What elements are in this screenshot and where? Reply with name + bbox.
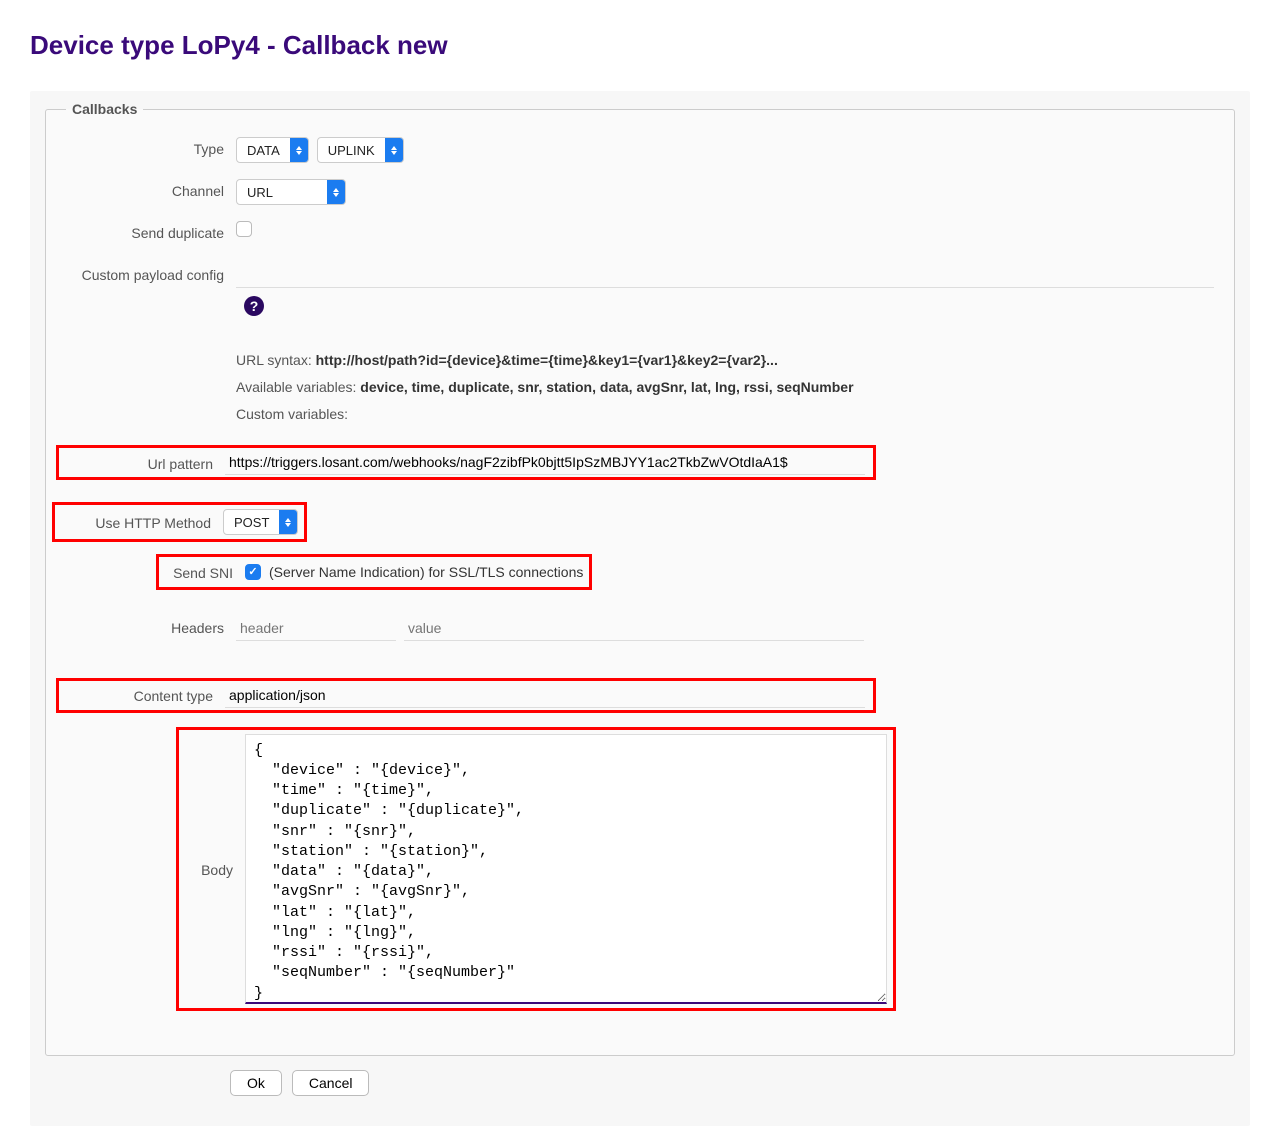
type-select-1-value: DATA [237,143,290,158]
chevron-updown-icon [290,138,308,162]
body-label: Body [185,858,245,880]
page-title: Device type LoPy4 - Callback new [30,30,1250,61]
custom-payload-input[interactable] [236,263,1214,288]
type-select-1[interactable]: DATA [236,137,309,163]
sni-description: (Server Name Indication) for SSL/TLS con… [269,564,583,580]
channel-label: Channel [66,179,236,201]
custom-payload-label: Custom payload config [66,263,236,285]
send-duplicate-label: Send duplicate [66,221,236,243]
cancel-button[interactable]: Cancel [292,1070,370,1096]
type-label: Type [66,137,236,159]
content-type-label: Content type [65,684,225,706]
url-pattern-label: Url pattern [65,452,225,474]
header-value-input[interactable] [404,616,864,641]
chevron-updown-icon [327,180,345,204]
url-syntax-help: URL syntax: http://host/path?id={device}… [236,350,1214,371]
type-select-2[interactable]: UPLINK [317,137,404,163]
available-vars-help: Available variables: device, time, dupli… [236,377,1214,398]
send-sni-label: Send SNI [165,561,245,583]
header-key-input[interactable] [236,616,396,641]
callbacks-legend: Callbacks [66,101,143,117]
ok-button[interactable]: Ok [230,1070,282,1096]
content-type-input[interactable] [225,683,865,708]
type-select-2-value: UPLINK [318,143,385,158]
help-icon[interactable]: ? [244,296,264,316]
chevron-updown-icon [279,510,297,534]
channel-select[interactable]: URL [236,179,346,205]
custom-vars-help: Custom variables: [236,404,1214,425]
http-method-value: POST [224,515,279,530]
callbacks-panel: Callbacks Type DATA UPLINK Channel URL [30,91,1250,1126]
url-pattern-input[interactable] [225,450,865,475]
http-method-label: Use HTTP Method [63,511,223,533]
body-textarea[interactable] [245,734,887,1004]
chevron-updown-icon [385,138,403,162]
send-sni-checkbox[interactable] [245,564,261,580]
headers-label: Headers [66,616,236,638]
callbacks-fieldset: Callbacks Type DATA UPLINK Channel URL [45,101,1235,1056]
channel-select-value: URL [237,185,327,200]
send-duplicate-checkbox[interactable] [236,221,252,237]
http-method-select[interactable]: POST [223,509,298,535]
